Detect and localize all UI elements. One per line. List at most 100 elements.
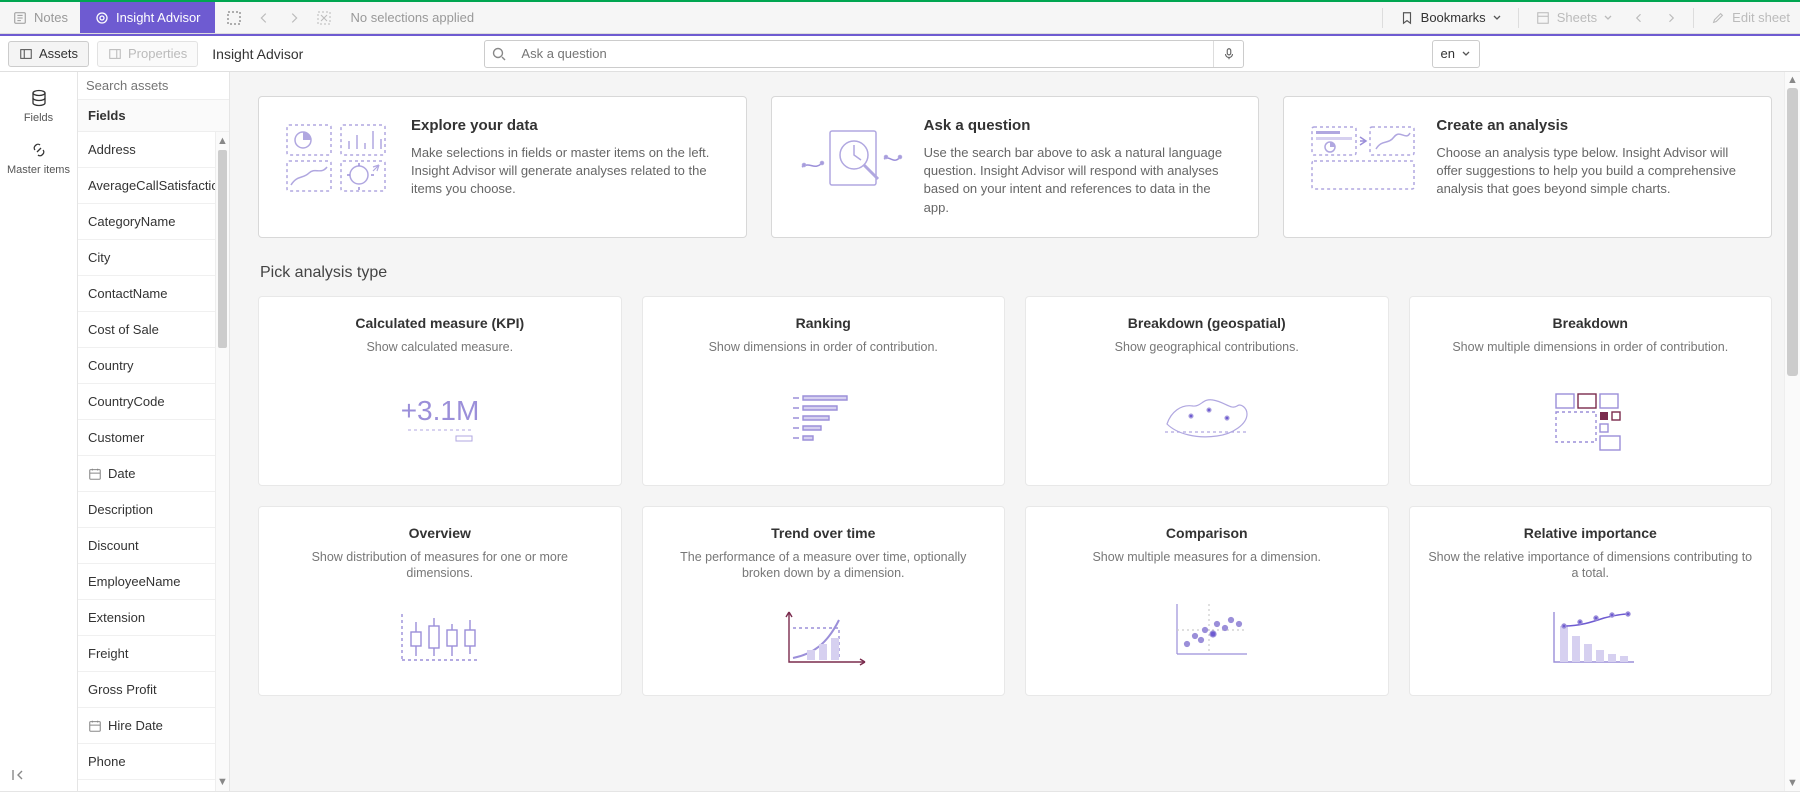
rail-fields-label: Fields xyxy=(24,112,53,124)
clear-selection-icon[interactable] xyxy=(315,9,333,27)
grid-icon[interactable] xyxy=(1356,10,1376,26)
main-scrollbar[interactable]: ▲ ▼ xyxy=(1784,72,1800,791)
analysis-thumb-icon: +3.1M xyxy=(277,365,603,473)
field-item[interactable]: Description xyxy=(78,492,229,528)
field-label: Extension xyxy=(88,610,145,625)
language-selector[interactable]: en xyxy=(1432,40,1480,68)
intro-illustration-icon xyxy=(281,117,391,197)
scroll-up-icon[interactable]: ▲ xyxy=(1785,74,1800,86)
field-label: City xyxy=(88,250,110,265)
analysis-type-title: Overview xyxy=(277,525,603,541)
field-item[interactable]: Extension xyxy=(78,600,229,636)
field-item[interactable]: EmployeeName xyxy=(78,564,229,600)
field-label: Date xyxy=(108,466,135,481)
analysis-type-desc: Show the relative importance of dimensio… xyxy=(1428,549,1754,582)
intro-title: Explore your data xyxy=(411,117,724,134)
analysis-type-card[interactable]: Breakdown (geospatial)Show geographical … xyxy=(1025,296,1389,486)
field-item[interactable]: Gross Profit xyxy=(78,672,229,708)
fields-scrollbar[interactable]: ▲ ▼ xyxy=(215,132,229,791)
analysis-type-card[interactable]: BreakdownShow multiple dimensions in ord… xyxy=(1409,296,1773,486)
microphone-button[interactable] xyxy=(1213,41,1243,67)
fields-search-input[interactable] xyxy=(86,78,221,93)
sheets-button[interactable]: Sheets xyxy=(1525,2,1623,33)
bookmarks-label: Bookmarks xyxy=(1421,10,1486,25)
second-toolbar: Assets Properties Insight Advisor en xyxy=(0,36,1800,72)
field-item[interactable]: Cost of Sale xyxy=(78,312,229,348)
scroll-up-icon[interactable]: ▲ xyxy=(216,132,229,150)
edit-sheet-label: Edit sheet xyxy=(1732,10,1790,25)
analysis-thumb-icon xyxy=(1044,365,1370,473)
intro-title: Create an analysis xyxy=(1436,117,1749,134)
field-item[interactable]: Address xyxy=(78,132,229,168)
ask-question-search[interactable] xyxy=(484,40,1244,68)
analysis-type-card[interactable]: Relative importance Show the relative imp… xyxy=(1409,506,1773,696)
field-item[interactable]: CategoryName xyxy=(78,204,229,240)
assets-button[interactable]: Assets xyxy=(8,41,89,67)
field-label: ContactName xyxy=(88,286,167,301)
selection-forward-icon[interactable] xyxy=(285,9,303,27)
intro-body: Choose an analysis type below. Insight A… xyxy=(1436,144,1749,199)
insight-advisor-button[interactable]: Insight Advisor xyxy=(80,2,215,33)
rail-fields[interactable]: Fields xyxy=(0,80,77,132)
fields-list[interactable]: AddressAverageCallSatisfactionCategoryNa… xyxy=(78,132,229,791)
analysis-type-title: Comparison xyxy=(1044,525,1370,541)
field-label: Hire Date xyxy=(108,718,163,733)
analysis-type-title: Relative importance xyxy=(1428,525,1754,541)
ask-question-input[interactable] xyxy=(513,41,1213,67)
analysis-type-title: Ranking xyxy=(661,315,987,331)
chevron-down-icon xyxy=(1492,13,1502,23)
field-item[interactable]: AverageCallSatisfaction xyxy=(78,168,229,204)
intro-body: Use the search bar above to ask a natura… xyxy=(924,144,1237,217)
field-item[interactable]: City xyxy=(78,240,229,276)
field-item[interactable]: Customer xyxy=(78,420,229,456)
analysis-type-card[interactable]: Overview Show distribution of measures fo… xyxy=(258,506,622,696)
properties-button[interactable]: Properties xyxy=(97,41,198,67)
notes-button[interactable]: Notes xyxy=(0,2,80,33)
prev-sheet-button[interactable] xyxy=(1623,2,1655,33)
intro-body: Make selections in fields or master item… xyxy=(411,144,724,199)
database-icon xyxy=(29,88,49,108)
next-sheet-button[interactable] xyxy=(1655,2,1687,33)
field-label: Discount xyxy=(88,538,139,553)
analysis-type-card[interactable]: Trend over time The performance of a meas… xyxy=(642,506,1006,696)
analysis-thumb-icon xyxy=(1428,365,1754,473)
rail-master-items[interactable]: Master items xyxy=(0,132,77,184)
field-label: EmployeeName xyxy=(88,574,181,589)
note-icon xyxy=(12,10,28,26)
analysis-type-card[interactable]: Ranking Show dimensions in order of contr… xyxy=(642,296,1006,486)
field-item[interactable]: Phone xyxy=(78,744,229,780)
selection-back-icon[interactable] xyxy=(255,9,273,27)
left-rail: Fields Master items xyxy=(0,72,78,791)
analysis-type-desc: Show geographical contributions. xyxy=(1044,339,1370,355)
edit-sheet-button[interactable]: Edit sheet xyxy=(1700,2,1800,33)
analysis-type-card[interactable]: ComparisonShow multiple measures for a d… xyxy=(1025,506,1389,696)
selection-tool-icon[interactable] xyxy=(225,9,243,27)
analysis-type-desc: The performance of a measure over time, … xyxy=(661,549,987,582)
main-content: Explore your data Make selections in fiel… xyxy=(230,72,1800,791)
sheets-icon xyxy=(1535,10,1551,26)
scroll-down-icon[interactable]: ▼ xyxy=(1785,777,1800,789)
analysis-type-desc: Show distribution of measures for one or… xyxy=(277,549,603,582)
scroll-down-icon[interactable]: ▼ xyxy=(216,773,229,791)
insight-advisor-label: Insight Advisor xyxy=(116,10,201,25)
analysis-thumb-icon xyxy=(661,365,987,473)
analysis-type-title: Trend over time xyxy=(661,525,987,541)
field-item[interactable]: Freight xyxy=(78,636,229,672)
analysis-type-desc: Show dimensions in order of contribution… xyxy=(661,339,987,355)
field-item[interactable]: Country xyxy=(78,348,229,384)
intro-illustration-icon xyxy=(794,117,904,197)
field-item[interactable]: Hire Date xyxy=(78,708,229,744)
intro-title: Ask a question xyxy=(924,117,1237,134)
fields-header: Fields xyxy=(78,100,229,132)
field-item[interactable]: ContactName xyxy=(78,276,229,312)
field-item[interactable]: Date xyxy=(78,456,229,492)
top-toolbar: Notes Insight Advisor No selections appl… xyxy=(0,2,1800,34)
bookmarks-button[interactable]: Bookmarks xyxy=(1389,2,1512,33)
link-icon xyxy=(29,140,49,160)
calendar-icon xyxy=(88,467,102,481)
bookmark-icon xyxy=(1399,10,1415,26)
collapse-rail-button[interactable] xyxy=(0,759,77,791)
field-item[interactable]: CountryCode xyxy=(78,384,229,420)
analysis-type-card[interactable]: Calculated measure (KPI)Show calculated … xyxy=(258,296,622,486)
field-item[interactable]: Discount xyxy=(78,528,229,564)
